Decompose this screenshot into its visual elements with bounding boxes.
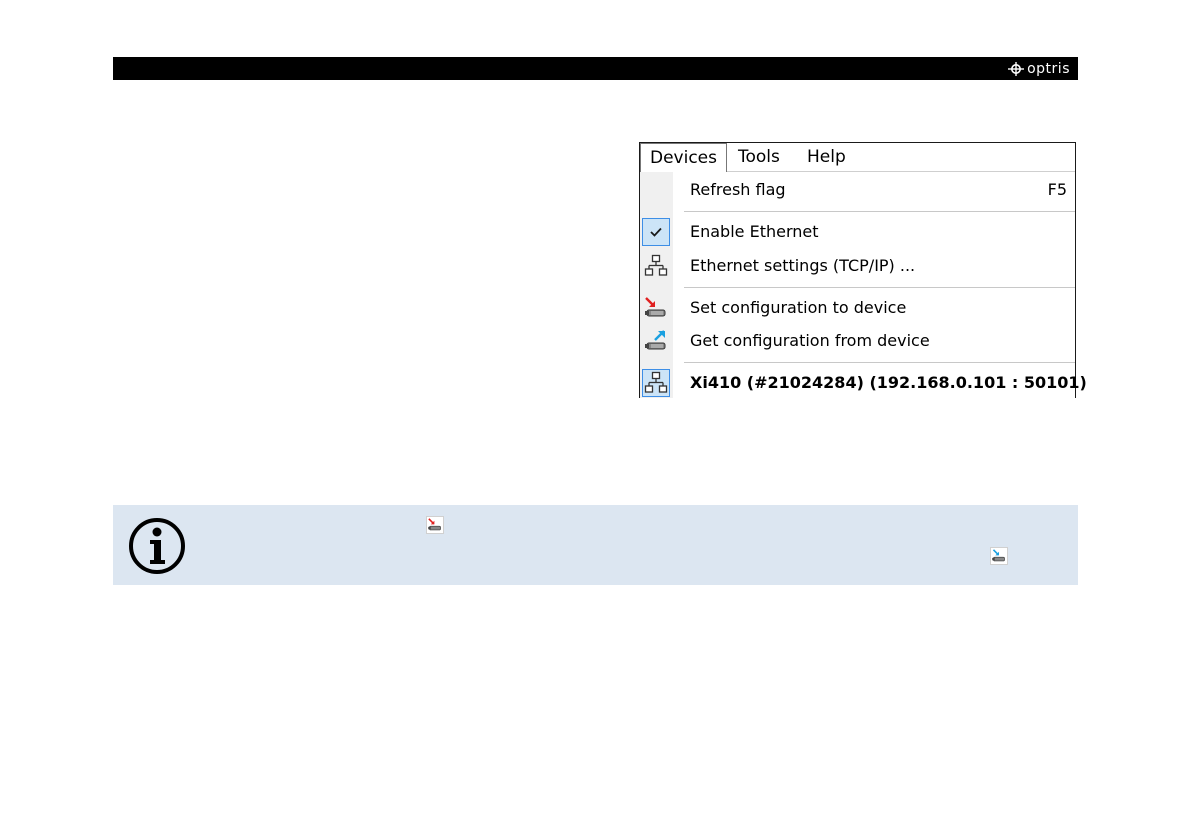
menu-item-label: Xi410 (#21024284) (192.168.0.101 : 50101… [690, 373, 1087, 392]
menu-bar: Devices Tools Help [640, 143, 1075, 172]
logo-mark-icon [1008, 61, 1025, 76]
menu-item-device-xi410[interactable]: Xi410 (#21024284) (192.168.0.101 : 50101… [640, 367, 1087, 399]
info-box [113, 505, 1078, 585]
menu-item-enable-ethernet[interactable]: Enable Ethernet [640, 216, 1075, 248]
menu-tools[interactable]: Tools [729, 143, 789, 171]
info-icon [129, 518, 185, 574]
get-config-icon [642, 327, 670, 355]
menu-item-set-configuration[interactable]: Set configuration to device [640, 292, 1075, 324]
network-icon [642, 369, 670, 397]
menu-item-label: Ethernet settings (TCP/IP) ... [690, 256, 916, 275]
menu-item-label: Set configuration to device [690, 298, 907, 317]
header-bar: optris [113, 57, 1078, 80]
menu-item-refresh-flag[interactable]: Refresh flag F5 [640, 174, 1075, 206]
menu-devices[interactable]: Devices [640, 143, 727, 172]
menu-separator [684, 211, 1075, 212]
menu-help[interactable]: Help [798, 143, 855, 171]
menu-item-label: Refresh flag [690, 180, 786, 199]
devices-menu-screenshot: Devices Tools Help Refresh flag F5 Enabl… [639, 142, 1087, 399]
optris-logo: optris [1008, 60, 1070, 77]
checkmark-icon [642, 218, 670, 246]
set-config-icon [426, 516, 444, 534]
menu-item-label: Enable Ethernet [690, 222, 819, 241]
get-config-icon [990, 547, 1008, 565]
set-config-icon [642, 294, 670, 322]
network-icon [642, 252, 670, 280]
shortcut-label: F5 [1047, 180, 1067, 199]
menu-separator [684, 362, 1075, 363]
logo-text: optris [1027, 60, 1070, 77]
menu-item-label: Get configuration from device [690, 331, 930, 350]
menu-item-ethernet-settings[interactable]: Ethernet settings (TCP/IP) ... [640, 250, 1075, 282]
devices-dropdown: Refresh flag F5 Enable Ethernet Ethernet… [640, 172, 1087, 399]
menu-separator [684, 287, 1075, 288]
menu-item-get-configuration[interactable]: Get configuration from device [640, 325, 1075, 357]
